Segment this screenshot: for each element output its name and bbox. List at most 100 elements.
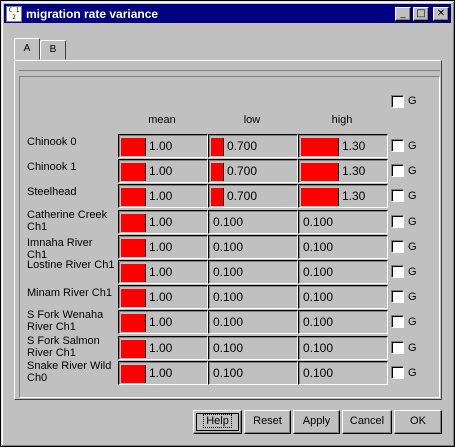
- row-g-label: G: [408, 216, 417, 228]
- row-g-checkbox[interactable]: [391, 240, 404, 253]
- high-value-bar: [301, 163, 339, 181]
- mean-value-text: 1.00: [149, 240, 173, 254]
- row-label: Minam River Ch1: [27, 287, 112, 299]
- mean-value-slider[interactable]: 1.00: [118, 285, 208, 309]
- app-icon: C 1 2: [6, 5, 22, 22]
- mean-value-text: 1.00: [149, 139, 173, 153]
- row-label: S Fork Salmon River Ch1: [27, 335, 100, 359]
- mean-value-slider[interactable]: 1.00: [118, 134, 208, 158]
- mean-value-text: 1.00: [149, 315, 173, 329]
- title-bar[interactable]: C 1 2 migration rate variance _ □ ✕: [4, 4, 451, 23]
- mean-value-bar: [121, 289, 146, 307]
- row-label: Catherine Creek Ch1: [27, 209, 108, 233]
- low-value-slider[interactable]: 0.100: [208, 260, 298, 284]
- low-value-text: 0.100: [213, 215, 244, 229]
- low-value-text: 0.700: [227, 139, 258, 153]
- tab-a[interactable]: A: [14, 38, 40, 60]
- high-value-text: 1.30: [342, 139, 366, 153]
- row-g-checkbox[interactable]: [391, 290, 404, 303]
- low-value-slider[interactable]: 0.700: [208, 159, 298, 183]
- high-value-slider[interactable]: 0.100: [298, 310, 388, 334]
- window-title: migration rate variance: [26, 6, 159, 21]
- maximize-button[interactable]: □: [413, 6, 429, 21]
- help-button[interactable]: Help: [193, 410, 242, 434]
- high-value-text: 1.30: [342, 189, 366, 203]
- high-value-text: 0.100: [303, 240, 334, 254]
- low-value-slider[interactable]: 0.100: [208, 310, 298, 334]
- row-g-checkbox[interactable]: [391, 265, 404, 278]
- high-value-slider[interactable]: 0.100: [298, 336, 388, 360]
- mean-value-slider[interactable]: 1.00: [118, 159, 208, 183]
- row-g-label: G: [408, 165, 417, 177]
- high-value-text: 0.100: [303, 265, 334, 279]
- mean-value-text: 1.00: [149, 215, 173, 229]
- mean-value-text: 1.00: [149, 265, 173, 279]
- row-g-label: G: [408, 316, 417, 328]
- mean-value-bar: [121, 163, 146, 181]
- low-value-text: 0.100: [213, 290, 244, 304]
- high-value-bar: [301, 188, 339, 206]
- tab-b[interactable]: B: [40, 40, 66, 60]
- high-value-slider[interactable]: 1.30: [298, 184, 388, 208]
- high-value-slider[interactable]: 1.30: [298, 159, 388, 183]
- high-value-text: 0.100: [303, 366, 334, 380]
- high-value-slider[interactable]: 0.100: [298, 361, 388, 385]
- row-g-checkbox[interactable]: [391, 189, 404, 202]
- mean-value-slider[interactable]: 1.00: [118, 310, 208, 334]
- low-value-bar: [211, 163, 224, 181]
- apply-button[interactable]: Apply: [293, 410, 340, 434]
- row-g-checkbox[interactable]: [391, 366, 404, 379]
- row-g-checkbox[interactable]: [391, 315, 404, 328]
- row-g-label: G: [408, 266, 417, 278]
- low-value-slider[interactable]: 0.100: [208, 235, 298, 259]
- help-button-label: Help: [203, 414, 232, 428]
- mean-value-slider[interactable]: 1.00: [118, 260, 208, 284]
- global-g-checkbox[interactable]: [391, 95, 404, 108]
- high-value-slider[interactable]: 0.100: [298, 210, 388, 234]
- row-g-checkbox[interactable]: [391, 164, 404, 177]
- high-value-slider[interactable]: 0.100: [298, 285, 388, 309]
- row-g-checkbox[interactable]: [391, 139, 404, 152]
- mean-value-bar: [121, 365, 146, 383]
- high-value-text: 1.30: [342, 164, 366, 178]
- mean-value-bar: [121, 264, 146, 282]
- close-button[interactable]: ✕: [433, 6, 449, 21]
- low-value-slider[interactable]: 0.100: [208, 336, 298, 360]
- cancel-button[interactable]: Cancel: [342, 410, 392, 434]
- low-value-slider[interactable]: 0.100: [208, 210, 298, 234]
- mean-value-text: 1.00: [149, 189, 173, 203]
- ok-button[interactable]: OK: [394, 410, 442, 434]
- row-g-checkbox[interactable]: [391, 215, 404, 228]
- high-value-slider[interactable]: 1.30: [298, 134, 388, 158]
- row-g-label: G: [408, 190, 417, 202]
- low-value-slider[interactable]: 0.100: [208, 361, 298, 385]
- low-value-slider[interactable]: 0.700: [208, 184, 298, 208]
- mean-value-slider[interactable]: 1.00: [118, 184, 208, 208]
- mean-value-bar: [121, 214, 146, 232]
- column-header-mean: mean: [148, 114, 176, 126]
- mean-value-slider[interactable]: 1.00: [118, 210, 208, 234]
- column-header-low: low: [243, 114, 261, 126]
- minimize-button[interactable]: _: [395, 6, 411, 21]
- mean-value-text: 1.00: [149, 164, 173, 178]
- row-g-label: G: [408, 140, 417, 152]
- row-label: Imnaha River Ch1: [27, 237, 93, 261]
- reset-button[interactable]: Reset: [244, 410, 291, 434]
- high-value-slider[interactable]: 0.100: [298, 260, 388, 284]
- high-value-text: 0.100: [303, 315, 334, 329]
- low-value-slider[interactable]: 0.100: [208, 285, 298, 309]
- high-value-slider[interactable]: 0.100: [298, 235, 388, 259]
- mean-value-bar: [121, 340, 146, 358]
- mean-value-slider[interactable]: 1.00: [118, 235, 208, 259]
- row-g-label: G: [408, 367, 417, 379]
- row-g-checkbox[interactable]: [391, 341, 404, 354]
- global-g-label: G: [408, 95, 417, 107]
- low-value-slider[interactable]: 0.700: [208, 134, 298, 158]
- row-label: Chinook 0: [27, 136, 77, 148]
- row-g-label: G: [408, 342, 417, 354]
- low-value-text: 0.700: [227, 164, 258, 178]
- high-value-text: 0.100: [303, 290, 334, 304]
- mean-value-slider[interactable]: 1.00: [118, 336, 208, 360]
- low-value-bar: [211, 138, 224, 156]
- mean-value-slider[interactable]: 1.00: [118, 361, 208, 385]
